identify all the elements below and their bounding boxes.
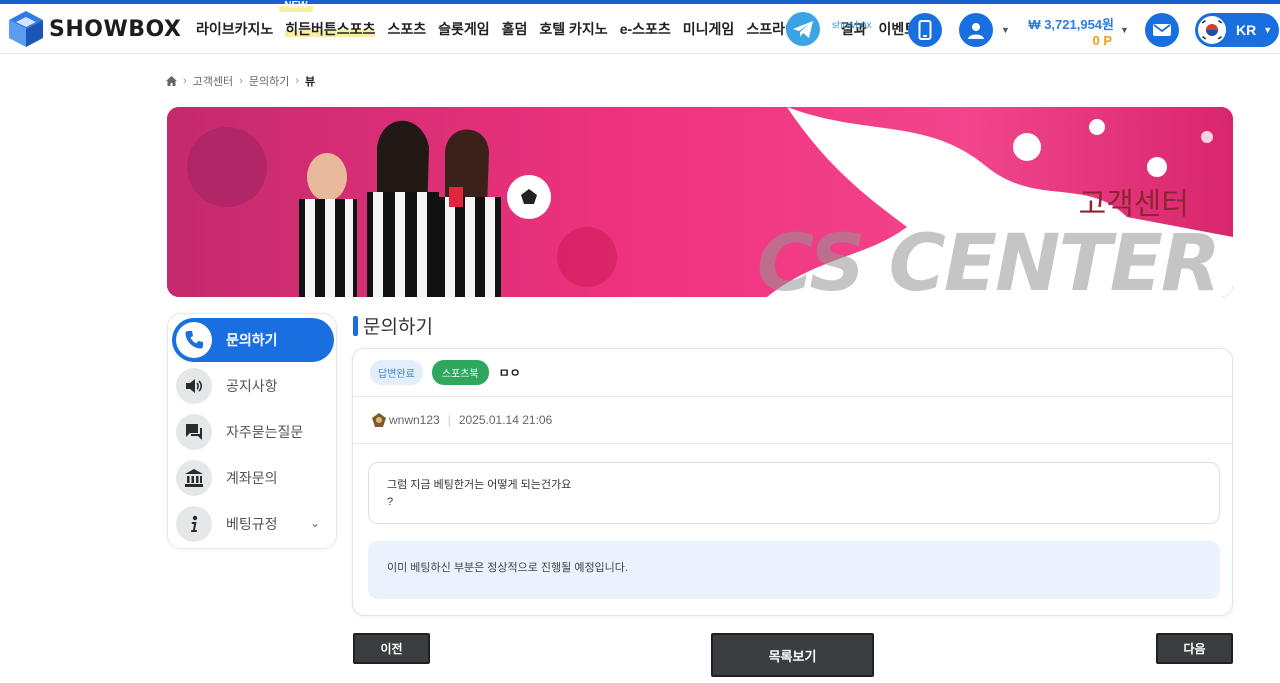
banner-title: 고객센터 xyxy=(1078,187,1189,222)
next-button[interactable]: 다음 xyxy=(1156,633,1233,664)
mobile-button[interactable] xyxy=(908,13,942,47)
info-icon xyxy=(176,506,212,542)
author-name: wnwn123 xyxy=(389,413,440,427)
balance-box: ₩ 3,721,954원 0 P xyxy=(1026,14,1114,48)
inquiry-title: ㅁㅇ xyxy=(498,366,521,380)
language-code: KR xyxy=(1236,22,1257,38)
balance-caret-icon[interactable]: ▼ xyxy=(1120,25,1129,35)
answer-body: 이미 베팅하신 부분은 정상적으로 진행될 예정입니다. xyxy=(368,541,1220,599)
balance-points: 0 P xyxy=(1092,33,1112,48)
sidebar-item-label: 공지사항 xyxy=(226,378,278,394)
sidebar-item-notice[interactable]: 공지사항 xyxy=(172,364,334,408)
message-button[interactable] xyxy=(1145,13,1179,47)
language-selector[interactable]: KR ▼ xyxy=(1195,13,1279,47)
sidebar-item-account[interactable]: 계좌문의 xyxy=(172,456,334,500)
inquiry-header: 답변완료 스포츠북 ㅁㅇ xyxy=(353,349,1232,397)
nav-hotel-casino[interactable]: 호텔 카지노 xyxy=(539,19,607,39)
telegram-label[interactable]: showbox xyxy=(832,20,871,31)
mobile-icon xyxy=(918,20,932,40)
logo[interactable]: SHOWBOX xyxy=(6,9,181,49)
breadcrumb-current: 뷰 xyxy=(304,76,316,88)
korea-flag-icon xyxy=(1198,16,1226,44)
mail-icon xyxy=(1153,24,1171,36)
question-body: 그럼 지금 베팅한거는 어떻게 되는건가요 ? xyxy=(368,462,1220,524)
post-date: 2025.01.14 21:06 xyxy=(458,413,553,427)
logo-text: SHOWBOX xyxy=(49,16,182,42)
bank-icon xyxy=(176,460,212,496)
sidebar-item-label: 계좌문의 xyxy=(226,470,278,486)
sidebar-item-label: 베팅규정 xyxy=(226,516,278,532)
inquiry-meta: wnwn123 | 2025.01.14 21:06 xyxy=(353,397,1232,444)
breadcrumb-separator-icon: › xyxy=(239,75,243,87)
sidebar-item-label: 자주묻는질문 xyxy=(226,424,304,440)
breadcrumb-separator-icon: › xyxy=(295,75,299,87)
breadcrumb-customer-center[interactable]: 고객센터 xyxy=(193,73,233,89)
header: SHOWBOX 라이브카지노 NEW 히든버튼스포츠 스포츠 슬롯게임 홀덤 호… xyxy=(0,0,1280,54)
telegram-icon[interactable] xyxy=(782,8,824,50)
user-menu-button[interactable] xyxy=(959,13,993,47)
breadcrumb-separator-icon: › xyxy=(183,75,187,87)
page-title-text: 문의하기 xyxy=(363,317,433,338)
user-icon xyxy=(968,23,984,39)
nav-hidden-sports-label: 히든버튼스포츠 xyxy=(285,21,376,37)
language-caret-icon: ▼ xyxy=(1263,25,1273,35)
speaker-icon xyxy=(176,368,212,404)
sidebar-item-betting-rules[interactable]: 베팅규정 ⌄ xyxy=(172,502,334,546)
nav-hidden-sports[interactable]: NEW 히든버튼스포츠 xyxy=(279,0,376,39)
user-caret-icon[interactable]: ▼ xyxy=(1001,25,1010,35)
page-title: 문의하기 xyxy=(353,312,433,339)
cs-center-banner: CS CENTER 고객센터 xyxy=(167,107,1233,297)
nav-minigame[interactable]: 미니게임 xyxy=(683,19,735,39)
status-badge: 답변완료 xyxy=(370,360,423,385)
list-button[interactable]: 목록보기 xyxy=(711,633,874,677)
banner-subtitle: CS CENTER xyxy=(756,219,1221,297)
nav-holdem[interactable]: 홀덤 xyxy=(502,19,528,39)
sidebar-item-label: 문의하기 xyxy=(226,332,278,348)
sidebar-item-inquiry[interactable]: 문의하기 xyxy=(172,318,334,362)
title-accent-bar xyxy=(353,315,358,336)
new-badge: NEW xyxy=(279,0,313,12)
nav-live-casino[interactable]: 라이브카지노 xyxy=(196,19,273,39)
user-level-icon xyxy=(372,413,386,427)
sidebar-item-faq[interactable]: 자주묻는질문 xyxy=(172,410,334,454)
nav-slot[interactable]: 슬롯게임 xyxy=(438,19,490,39)
category-badge: 스포츠북 xyxy=(431,360,489,385)
balance-money: ₩ 3,721,954원 xyxy=(1028,17,1114,32)
cs-sidebar: 문의하기 공지사항 자주묻는질문 계좌문의 베팅규정 ⌄ xyxy=(167,313,337,549)
main-nav: 라이브카지노 NEW 히든버튼스포츠 스포츠 슬롯게임 홀덤 호텔 카지노 e-… xyxy=(196,0,1001,54)
meta-divider: | xyxy=(447,413,451,427)
logo-cube-icon xyxy=(9,11,43,47)
chat-icon xyxy=(176,414,212,450)
nav-esports[interactable]: e-스포츠 xyxy=(620,19,671,39)
home-icon[interactable] xyxy=(166,76,177,86)
breadcrumb: › 고객센터 › 문의하기 › 뷰 xyxy=(166,73,315,89)
prev-button[interactable]: 이전 xyxy=(353,633,430,664)
nav-sports[interactable]: 스포츠 xyxy=(387,19,426,39)
chevron-down-icon[interactable]: ⌄ xyxy=(310,516,320,530)
breadcrumb-inquiry[interactable]: 문의하기 xyxy=(249,73,289,89)
inquiry-detail-card: 답변완료 스포츠북 ㅁㅇ wnwn123 | 2025.01.14 21:06 … xyxy=(352,348,1233,616)
phone-icon xyxy=(176,322,212,358)
